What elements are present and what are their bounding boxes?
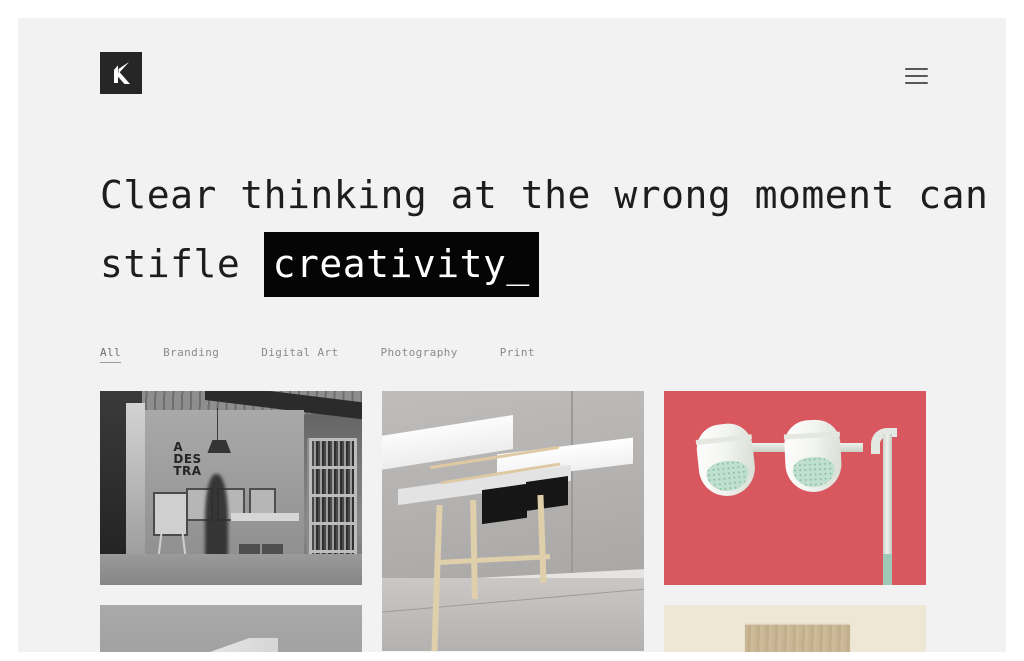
hamburger-menu-icon[interactable] [897, 62, 935, 90]
studio-interior-artwork: A DES TRA [100, 391, 362, 585]
hero-line-2: stifle creativity_ [100, 230, 960, 299]
red-nozzles-artwork [664, 391, 926, 585]
k-monogram-icon [112, 61, 130, 84]
hero-highlight-word: creativity_ [263, 232, 539, 297]
gallery-column-3 [664, 391, 926, 652]
gallery-item-red-nozzles[interactable] [664, 391, 926, 585]
gallery-column-2 [382, 391, 644, 651]
page-frame: Clear thinking at the wrong moment can s… [18, 18, 1006, 652]
gallery-filter-nav: All Branding Digital Art Photography Pri… [100, 346, 577, 363]
menu-bar-middle [904, 75, 928, 77]
menu-bar-top [904, 68, 928, 70]
filter-item-photography[interactable]: Photography [381, 346, 458, 363]
filter-item-branding[interactable]: Branding [163, 346, 219, 363]
hero-line-2-prefix: stifle [100, 242, 264, 286]
hero-line-1: Clear thinking at the wrong moment can [100, 173, 989, 217]
gallery-grid: A DES TRA [100, 391, 926, 652]
menu-bar-bottom [904, 82, 928, 84]
grey-wedge-artwork [100, 605, 362, 652]
gallery-item-wood-panel[interactable] [664, 605, 926, 652]
gallery-item-white-desk[interactable] [382, 391, 644, 651]
filter-item-print[interactable]: Print [500, 346, 535, 363]
logo-mark[interactable] [100, 52, 142, 94]
gallery-item-grey-wedge[interactable] [100, 605, 362, 652]
gallery-item-studio-interior[interactable]: A DES TRA [100, 391, 362, 585]
wood-panel-artwork [664, 605, 926, 652]
filter-item-digital-art[interactable]: Digital Art [261, 346, 338, 363]
gallery-column-1: A DES TRA [100, 391, 362, 652]
white-desk-artwork [382, 391, 644, 651]
filter-item-all[interactable]: All [100, 346, 122, 363]
site-header [18, 18, 1006, 126]
studio-wall-text: A DES TRA [173, 440, 202, 479]
hero-headline: Clear thinking at the wrong moment can s… [100, 161, 989, 299]
